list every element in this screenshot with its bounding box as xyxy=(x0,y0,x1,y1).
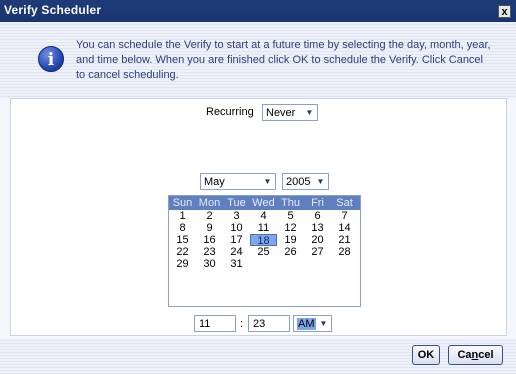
calendar-day[interactable]: 6 xyxy=(304,210,331,222)
ampm-select[interactable]: AM ▼ xyxy=(293,315,332,332)
calendar-day[interactable]: 27 xyxy=(304,246,331,258)
calendar-day xyxy=(331,258,358,270)
chevron-down-icon: ▼ xyxy=(319,319,328,328)
chevron-down-icon: ▼ xyxy=(263,177,272,186)
close-button[interactable]: x xyxy=(498,5,511,18)
time-separator: : xyxy=(240,318,244,330)
calendar-day[interactable]: 13 xyxy=(304,222,331,234)
recurring-label: Recurring xyxy=(206,106,254,118)
calendar-day[interactable]: 22 xyxy=(169,246,196,258)
ok-button[interactable]: OK xyxy=(412,345,440,365)
calendar-week: 29 30 31 xyxy=(169,258,360,270)
calendar-day[interactable]: 1 xyxy=(169,210,196,222)
calendar-day[interactable]: 24 xyxy=(223,246,250,258)
month-select[interactable]: May ▼ xyxy=(200,173,276,190)
ampm-value: AM xyxy=(297,318,316,330)
hour-field[interactable]: 11 xyxy=(194,315,236,332)
title-bar[interactable]: Verify Scheduler x xyxy=(0,0,516,22)
info-message: You can schedule the Verify to start at … xyxy=(76,38,508,83)
close-icon: x xyxy=(501,6,508,18)
minute-value: 23 xyxy=(253,318,266,330)
calendar-day[interactable]: 10 xyxy=(223,222,250,234)
info-line-1: You can schedule the Verify to start at … xyxy=(76,39,491,51)
year-value: 2005 xyxy=(286,176,311,188)
calendar-day-selected[interactable]: 18 xyxy=(250,234,277,247)
calendar-day[interactable]: 7 xyxy=(331,210,358,222)
calendar-day[interactable]: 3 xyxy=(223,210,250,222)
cancel-label-start: Ca xyxy=(457,349,472,361)
verify-scheduler-dialog: Verify Scheduler x i You can schedule th… xyxy=(0,0,516,374)
calendar-day[interactable]: 11 xyxy=(250,222,277,234)
calendar-day[interactable]: 5 xyxy=(277,210,304,222)
calendar-day[interactable]: 20 xyxy=(304,234,331,246)
calendar-day[interactable]: 28 xyxy=(331,246,358,258)
day-header: Fri xyxy=(311,197,324,209)
recurring-value: Never xyxy=(266,107,296,119)
calendar-day[interactable]: 30 xyxy=(196,258,223,270)
cancel-button[interactable]: Cancel xyxy=(448,345,503,365)
calendar-day[interactable]: 15 xyxy=(169,234,196,246)
calendar-week: 15 16 17 18 19 20 21 xyxy=(169,234,360,247)
chevron-down-icon: ▼ xyxy=(316,177,325,186)
calendar-day[interactable]: 31 xyxy=(223,258,250,270)
calendar-day[interactable]: 9 xyxy=(196,222,223,234)
calendar-day[interactable]: 23 xyxy=(196,246,223,258)
calendar-header: Sun Mon Tue Wed Thu Fri Sat xyxy=(169,196,360,210)
info-line-3: to cancel scheduling. xyxy=(76,69,179,81)
calendar-day[interactable]: 4 xyxy=(250,210,277,222)
day-header: Sat xyxy=(336,197,353,209)
calendar-grid: Sun Mon Tue Wed Thu Fri Sat 1 2 3 4 5 6 … xyxy=(168,195,361,307)
calendar-day[interactable]: 25 xyxy=(250,246,277,258)
calendar-day[interactable]: 2 xyxy=(196,210,223,222)
day-header: Mon xyxy=(198,197,221,209)
calendar-day[interactable]: 21 xyxy=(331,234,358,246)
cancel-label-end: cel xyxy=(478,349,494,361)
calendar-day[interactable]: 12 xyxy=(277,222,304,234)
calendar-day[interactable]: 14 xyxy=(331,222,358,234)
calendar-day[interactable]: 19 xyxy=(277,234,304,246)
chevron-down-icon: ▼ xyxy=(305,108,314,117)
info-line-2: and time below. When you are finished cl… xyxy=(76,54,483,66)
day-header: Thu xyxy=(281,197,300,209)
recurring-select[interactable]: Never ▼ xyxy=(262,104,318,121)
day-header: Tue xyxy=(227,197,246,209)
calendar-day[interactable]: 17 xyxy=(223,234,250,246)
minute-field[interactable]: 23 xyxy=(248,315,290,332)
calendar-day xyxy=(277,258,304,270)
calendar-day xyxy=(250,258,277,270)
year-select[interactable]: 2005 ▼ xyxy=(282,173,329,190)
calendar-week: 8 9 10 11 12 13 14 xyxy=(169,222,360,234)
calendar-day[interactable]: 8 xyxy=(169,222,196,234)
day-header: Wed xyxy=(252,197,275,209)
ok-label: OK xyxy=(417,349,435,361)
calendar-day xyxy=(304,258,331,270)
day-header: Sun xyxy=(172,197,193,209)
calendar-day[interactable]: 29 xyxy=(169,258,196,270)
info-icon: i xyxy=(38,46,64,72)
month-value: May xyxy=(204,176,225,188)
calendar-day[interactable]: 26 xyxy=(277,246,304,258)
calendar-week: 22 23 24 25 26 27 28 xyxy=(169,246,360,258)
hour-value: 11 xyxy=(199,318,211,330)
calendar-day[interactable]: 16 xyxy=(196,234,223,246)
calendar-week: 1 2 3 4 5 6 7 xyxy=(169,210,360,222)
window-title: Verify Scheduler xyxy=(4,3,102,17)
